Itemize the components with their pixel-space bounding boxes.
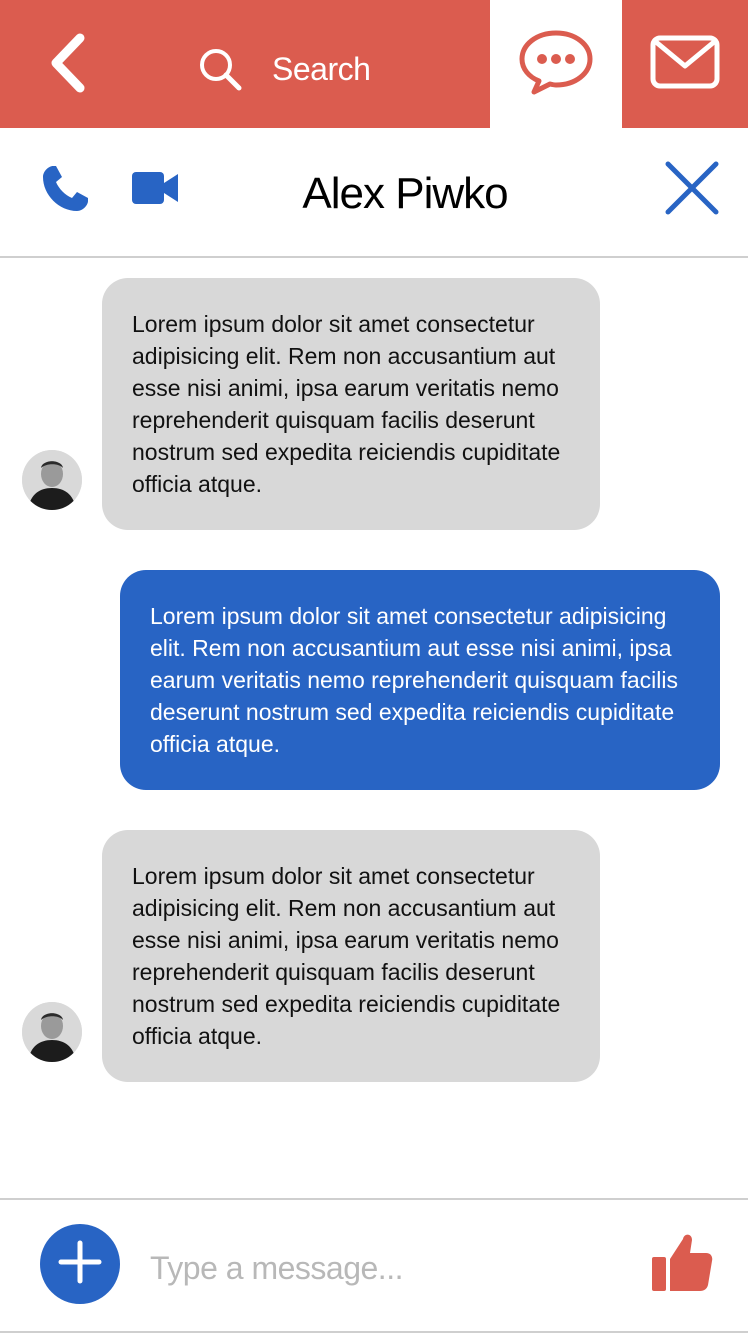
top-nav-main: Search <box>0 0 490 128</box>
phone-icon <box>39 163 91 220</box>
close-chat-button[interactable] <box>660 158 724 222</box>
chevron-left-icon <box>48 32 88 99</box>
message-composer <box>0 1198 748 1334</box>
like-button[interactable] <box>646 1228 718 1298</box>
avatar-photo <box>22 450 82 510</box>
video-call-button[interactable] <box>126 164 184 216</box>
avatar-photo <box>22 1002 82 1062</box>
chat-header: Alex Piwko <box>0 128 748 258</box>
top-nav-bar: Search <box>0 0 748 128</box>
search-label: Search <box>272 50 371 87</box>
add-attachment-button[interactable] <box>40 1224 120 1304</box>
message-input[interactable] <box>150 1238 610 1298</box>
outgoing-message: Lorem ipsum dolor sit amet consectetur a… <box>120 570 720 790</box>
call-button[interactable] <box>36 162 94 220</box>
speech-bubble-icon <box>518 28 594 101</box>
incoming-message: Lorem ipsum dolor sit amet consectetur a… <box>102 830 600 1082</box>
tab-chat[interactable] <box>490 0 622 128</box>
video-camera-icon <box>131 170 179 211</box>
search-icon <box>196 45 244 93</box>
envelope-icon <box>650 35 720 94</box>
search-box[interactable]: Search <box>196 40 371 98</box>
close-icon <box>665 161 719 220</box>
thumbs-up-icon <box>650 1229 714 1298</box>
plus-icon <box>57 1239 103 1290</box>
message-list[interactable]: Lorem ipsum dolor sit amet consectetur a… <box>0 258 748 1198</box>
avatar <box>22 450 82 510</box>
back-button[interactable] <box>40 32 96 99</box>
bottom-divider <box>0 1331 748 1333</box>
tab-mail[interactable] <box>622 0 748 128</box>
avatar <box>22 1002 82 1062</box>
contact-name: Alex Piwko <box>302 169 508 218</box>
incoming-message: Lorem ipsum dolor sit amet consectetur a… <box>102 278 600 530</box>
